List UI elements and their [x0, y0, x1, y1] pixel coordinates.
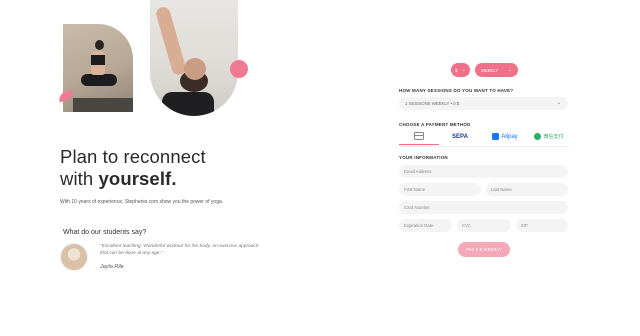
hero-headline: Plan to reconnect with yourself.: [60, 146, 206, 190]
figure-top: [162, 92, 214, 116]
last-name-field[interactable]: Last Name: [486, 183, 568, 196]
payment-method-tabs: SEPA Alipay 微信支付: [399, 128, 569, 145]
cvc-placeholder: CVC: [462, 223, 472, 228]
alipay-icon: [492, 133, 500, 140]
last-name-placeholder: Last Name: [491, 187, 512, 192]
divider: [399, 146, 569, 147]
frequency-select[interactable]: WEEKLY ⌄: [475, 63, 518, 77]
cvc-field[interactable]: CVC: [457, 219, 511, 232]
expiration-field[interactable]: Expiration Date: [399, 219, 452, 232]
sepa-logo: SEPA: [452, 133, 468, 140]
avatar: [60, 243, 88, 271]
sessions-label: HOW MANY SESSIONS DO YOU WANT TO HAVE?: [399, 88, 514, 93]
zip-field[interactable]: ZIP: [516, 219, 568, 232]
payment-tab-wechat[interactable]: 微信支付: [531, 128, 567, 145]
headline-emphasis: yourself.: [98, 168, 177, 189]
payment-tab-alipay[interactable]: Alipay: [487, 128, 523, 145]
frequency-value: WEEKLY: [481, 67, 499, 73]
figure-legs: [81, 74, 117, 86]
testimonial-quote: "Excellent teaching. Wonderful workout f…: [100, 244, 259, 256]
figure-top: [91, 55, 105, 65]
wechat-label: 微信支付: [543, 134, 564, 140]
first-name-placeholder: First Name: [404, 187, 426, 192]
payment-tab-sepa[interactable]: SEPA: [445, 128, 475, 145]
currency-select[interactable]: $ ⌄: [451, 63, 470, 77]
testimonials-title: What do our students say?: [63, 229, 147, 236]
chevron-down-icon: ⌄: [556, 100, 561, 106]
sessions-select[interactable]: 1 SESSIONS WEEKLY • 0 $ ⌄: [399, 97, 568, 110]
pay-button[interactable]: PAY 0 $ WEEKLY: [458, 242, 510, 257]
chevron-down-icon: ⌄: [461, 66, 466, 73]
figure-arm: [154, 5, 188, 77]
decorative-dot: [230, 60, 248, 78]
hero-subtext: With 10 years of experience, Stephenie.c…: [60, 199, 224, 205]
payment-label: CHOOSE A PAYMENT METHOD: [399, 122, 471, 127]
email-field[interactable]: Email Address: [399, 165, 568, 178]
info-label: YOUR INFORMATION: [399, 155, 448, 160]
payment-tab-card[interactable]: [399, 128, 439, 145]
currency-value: $: [455, 67, 458, 73]
expiration-placeholder: Expiration Date: [404, 223, 434, 228]
chevron-down-icon: ⌄: [507, 66, 512, 73]
card-number-placeholder: Card Number: [404, 205, 430, 210]
wechat-icon: [534, 133, 542, 140]
credit-card-icon: [414, 132, 424, 140]
first-name-field[interactable]: First Name: [399, 183, 481, 196]
figure-head: [184, 58, 206, 80]
figure-head: [95, 40, 104, 50]
zip-placeholder: ZIP: [521, 223, 528, 228]
testimonial-author: Jayla Rile: [100, 264, 124, 270]
headline-line-1: Plan to reconnect: [60, 146, 206, 167]
alipay-label: Alipay: [501, 133, 518, 140]
headline-line-2: with yourself.: [60, 168, 206, 190]
headline-prefix: with: [60, 168, 99, 189]
card-number-field[interactable]: Card Number: [399, 201, 568, 214]
yoga-photo-stretch: [150, 0, 238, 116]
yoga-mat: [73, 98, 133, 112]
yoga-photo-seated: [63, 24, 133, 112]
sessions-value: 1 SESSIONS WEEKLY • 0 $: [405, 101, 460, 106]
email-placeholder: Email Address: [404, 169, 432, 174]
